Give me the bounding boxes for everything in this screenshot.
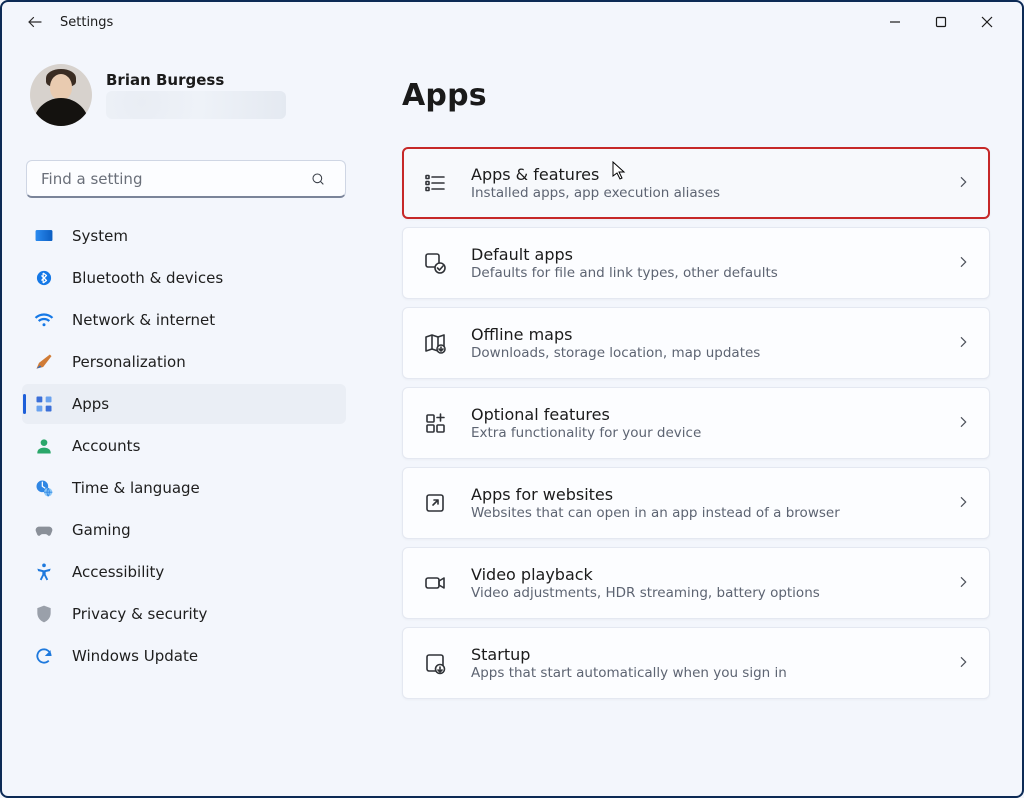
profile-email-blurred — [106, 91, 286, 119]
page-title: Apps — [402, 78, 994, 113]
card-title: Apps for websites — [471, 485, 931, 504]
paintbrush-icon — [34, 352, 54, 372]
card-subtitle: Apps that start automatically when you s… — [471, 665, 931, 681]
card-subtitle: Defaults for file and link types, other … — [471, 265, 931, 281]
sidebar-item-system[interactable]: System — [22, 216, 346, 256]
update-icon — [34, 646, 54, 666]
bluetooth-icon — [34, 268, 54, 288]
sidebar-item-time-language[interactable]: Time & language — [22, 468, 346, 508]
close-button[interactable] — [964, 6, 1010, 38]
sidebar-item-network[interactable]: Network & internet — [22, 300, 346, 340]
sidebar-item-windows-update[interactable]: Windows Update — [22, 636, 346, 676]
startup-icon — [423, 651, 447, 675]
settings-card-list: Apps & features Installed apps, app exec… — [402, 147, 994, 699]
card-title: Video playback — [471, 565, 931, 584]
sidebar-item-apps[interactable]: Apps — [22, 384, 346, 424]
search-input[interactable] — [26, 160, 346, 198]
main-panel: Apps Apps & features Installed apps, app… — [362, 42, 1022, 798]
minimize-button[interactable] — [872, 6, 918, 38]
sidebar-item-accounts[interactable]: Accounts — [22, 426, 346, 466]
list-icon — [423, 171, 447, 195]
window-title: Settings — [60, 15, 113, 30]
sidebar-item-label: Accessibility — [72, 563, 164, 581]
card-title: Default apps — [471, 245, 931, 264]
clock-globe-icon — [34, 478, 54, 498]
video-icon — [423, 571, 447, 595]
sidebar-item-personalization[interactable]: Personalization — [22, 342, 346, 382]
sidebar-item-privacy[interactable]: Privacy & security — [22, 594, 346, 634]
card-subtitle: Installed apps, app execution aliases — [471, 185, 931, 201]
card-video-playback[interactable]: Video playback Video adjustments, HDR st… — [402, 547, 990, 619]
chevron-right-icon — [955, 574, 973, 592]
optional-features-icon — [423, 411, 447, 435]
chevron-right-icon — [955, 494, 973, 512]
sidebar-item-label: Apps — [72, 395, 109, 413]
card-optional-features[interactable]: Optional features Extra functionality fo… — [402, 387, 990, 459]
sidebar-item-label: Windows Update — [72, 647, 198, 665]
profile-text: Brian Burgess — [106, 71, 286, 119]
card-offline-maps[interactable]: Offline maps Downloads, storage location… — [402, 307, 990, 379]
card-subtitle: Websites that can open in an app instead… — [471, 505, 931, 521]
sidebar-item-label: Privacy & security — [72, 605, 207, 623]
sidebar-item-label: Gaming — [72, 521, 131, 539]
card-title: Optional features — [471, 405, 931, 424]
sidebar-item-label: Accounts — [72, 437, 140, 455]
titlebar: Settings — [2, 2, 1022, 42]
card-title: Startup — [471, 645, 931, 664]
sidebar-item-label: Bluetooth & devices — [72, 269, 223, 287]
sidebar-item-label: Network & internet — [72, 311, 215, 329]
apps-grid-icon — [34, 394, 54, 414]
sidebar-item-accessibility[interactable]: Accessibility — [22, 552, 346, 592]
chevron-right-icon — [955, 174, 973, 192]
person-icon — [34, 436, 54, 456]
gamepad-icon — [34, 520, 54, 540]
search-icon — [310, 171, 326, 187]
card-subtitle: Extra functionality for your device — [471, 425, 931, 441]
card-title: Offline maps — [471, 325, 931, 344]
sidebar-item-label: System — [72, 227, 128, 245]
nav-list: System Bluetooth & devices Network & int… — [22, 216, 352, 676]
card-startup[interactable]: Startup Apps that start automatically wh… — [402, 627, 990, 699]
card-title: Apps & features — [471, 165, 931, 184]
card-default-apps[interactable]: Default apps Defaults for file and link … — [402, 227, 990, 299]
card-apps-websites[interactable]: Apps for websites Websites that can open… — [402, 467, 990, 539]
wifi-icon — [34, 310, 54, 330]
sidebar-item-label: Personalization — [72, 353, 186, 371]
card-subtitle: Downloads, storage location, map updates — [471, 345, 931, 361]
shield-icon — [34, 604, 54, 624]
card-apps-features[interactable]: Apps & features Installed apps, app exec… — [402, 147, 990, 219]
open-external-icon — [423, 491, 447, 515]
sidebar-item-bluetooth[interactable]: Bluetooth & devices — [22, 258, 346, 298]
profile-section[interactable]: Brian Burgess — [22, 60, 352, 144]
chevron-right-icon — [955, 334, 973, 352]
default-apps-icon — [423, 251, 447, 275]
monitor-icon — [34, 226, 54, 246]
accessibility-icon — [34, 562, 54, 582]
sidebar-item-gaming[interactable]: Gaming — [22, 510, 346, 550]
map-icon — [423, 331, 447, 355]
card-subtitle: Video adjustments, HDR streaming, batter… — [471, 585, 931, 601]
chevron-right-icon — [955, 414, 973, 432]
sidebar: Brian Burgess System — [2, 42, 362, 798]
avatar — [30, 64, 92, 126]
profile-name: Brian Burgess — [106, 71, 286, 89]
sidebar-item-label: Time & language — [72, 479, 200, 497]
chevron-right-icon — [955, 654, 973, 672]
chevron-right-icon — [955, 254, 973, 272]
maximize-button[interactable] — [918, 6, 964, 38]
back-button[interactable] — [26, 13, 44, 31]
